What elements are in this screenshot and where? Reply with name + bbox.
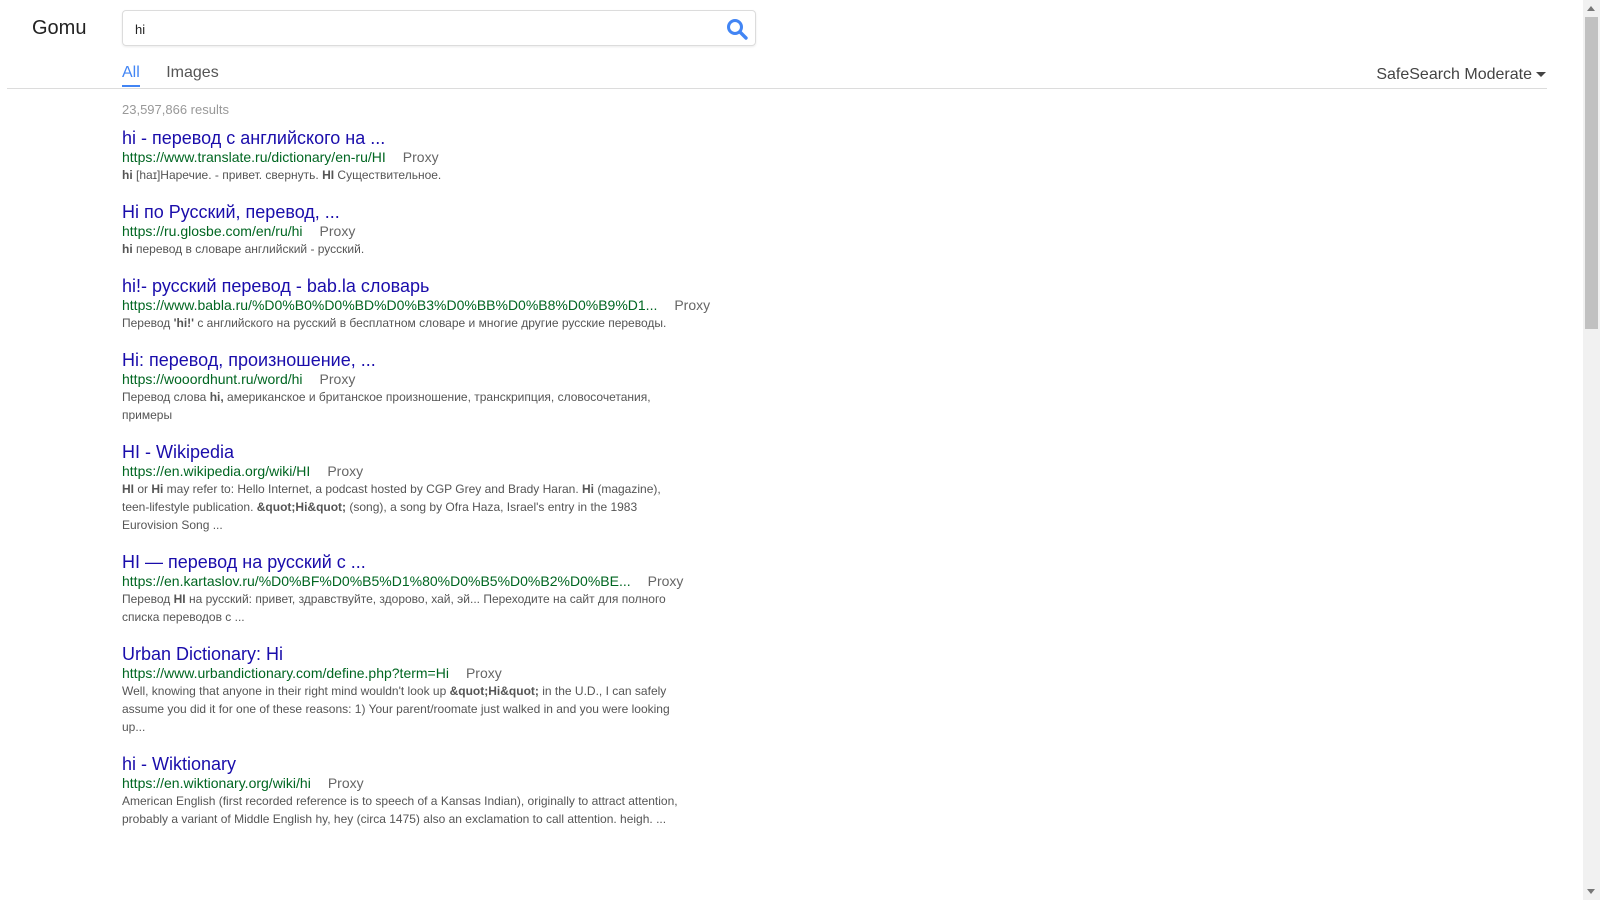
result-item: HI - Wikipedia https://en.wikipedia.org/w…: [122, 441, 682, 534]
safesearch-dropdown[interactable]: SafeSearch Moderate: [1376, 66, 1546, 84]
result-item: hi!- русский перевод - bab.la словарь htt…: [122, 275, 710, 332]
scroll-up-arrow-icon[interactable]: [1587, 6, 1595, 11]
result-url[interactable]: https://en.kartaslov.ru/%D0%BF%D0%B5%D1%…: [122, 573, 631, 589]
result-snippet: Перевод 'hi!' с английского на русский в…: [122, 316, 667, 330]
result-url[interactable]: https://www.translate.ru/dictionary/en-r…: [122, 149, 386, 165]
result-snippet: Перевод HI на русский: привет, здравству…: [122, 592, 666, 624]
scrollbar[interactable]: [1583, 0, 1600, 900]
result-snippet: hi [haɪ]Наречие. - привет. свернуть. HI …: [122, 168, 442, 182]
result-url[interactable]: https://wooordhunt.ru/word/hi: [122, 371, 303, 387]
result-url-line: https://en.kartaslov.ru/%D0%BF%D0%B5%D1%…: [122, 573, 684, 590]
proxy-link[interactable]: Proxy: [466, 665, 502, 681]
tab-images[interactable]: Images: [166, 64, 218, 85]
result-url-line: https://www.urbandictionary.com/define.p…: [122, 665, 682, 682]
result-snippet: Перевод слова hi, американское и британс…: [122, 390, 651, 422]
result-title-link[interactable]: hi - Wiktionary: [122, 753, 682, 775]
proxy-link[interactable]: Proxy: [320, 371, 356, 387]
result-item: Hi по Русский, перевод, ... https://ru.gl…: [122, 201, 682, 258]
proxy-link[interactable]: Proxy: [320, 223, 356, 239]
result-url-line: https://wooordhunt.ru/word/hi Proxy: [122, 371, 682, 388]
tab-all[interactable]: All: [122, 64, 140, 87]
result-snippet: Well, knowing that anyone in their right…: [122, 684, 670, 734]
result-title-link[interactable]: hi - перевод с английского на ...: [122, 127, 682, 149]
result-url[interactable]: https://www.urbandictionary.com/define.p…: [122, 665, 449, 681]
search-input[interactable]: [133, 11, 717, 47]
result-title-link[interactable]: Urban Dictionary: Hi: [122, 643, 682, 665]
result-url[interactable]: https://www.babla.ru/%D0%B0%D0%BD%D0%B3%…: [122, 297, 657, 313]
search-icon: [727, 19, 748, 40]
result-url-line: https://en.wiktionary.org/wiki/hi Proxy: [122, 775, 682, 792]
search-box: [122, 10, 756, 47]
results-count: 23,597,866 results: [122, 102, 229, 117]
proxy-link[interactable]: Proxy: [328, 775, 364, 791]
scrollbar-thumb[interactable]: [1585, 17, 1598, 329]
proxy-link[interactable]: Proxy: [327, 463, 363, 479]
result-snippet: hi перевод в словаре английский - русски…: [122, 242, 365, 256]
search-button[interactable]: [725, 17, 749, 41]
proxy-link[interactable]: Proxy: [674, 297, 710, 313]
result-url-line: https://www.translate.ru/dictionary/en-r…: [122, 149, 682, 166]
scroll-down-arrow-icon[interactable]: [1587, 889, 1595, 894]
result-title-link[interactable]: Hi по Русский, перевод, ...: [122, 201, 682, 223]
result-url[interactable]: https://en.wikipedia.org/wiki/HI: [122, 463, 310, 479]
result-title-link[interactable]: hi!- русский перевод - bab.la словарь: [122, 275, 682, 297]
result-item: Hi: перевод, произношение, ... https://wo…: [122, 349, 682, 424]
logo[interactable]: Gomu: [32, 17, 86, 40]
result-snippet: HI or Hi may refer to: Hello Internet, a…: [122, 482, 661, 532]
result-url[interactable]: https://en.wiktionary.org/wiki/hi: [122, 775, 311, 791]
result-title-link[interactable]: HI — перевод на русский с ...: [122, 551, 682, 573]
search-tabs: All Images: [122, 64, 241, 88]
result-item: hi - перевод с английского на ... https:/…: [122, 127, 682, 184]
header-divider: [7, 88, 1547, 89]
result-snippet: American English (first recorded referen…: [122, 794, 678, 826]
proxy-link[interactable]: Proxy: [648, 573, 684, 589]
result-item: hi - Wiktionary https://en.wiktionary.org…: [122, 753, 682, 828]
results-list: hi - перевод с английского на ... https:/…: [122, 127, 710, 845]
caret-down-icon: [1536, 72, 1546, 78]
result-url-line: https://ru.glosbe.com/en/ru/hi Proxy: [122, 223, 682, 240]
result-url[interactable]: https://ru.glosbe.com/en/ru/hi: [122, 223, 303, 239]
result-title-link[interactable]: HI - Wikipedia: [122, 441, 682, 463]
proxy-link[interactable]: Proxy: [403, 149, 439, 165]
result-item: Urban Dictionary: Hi https://www.urbandic…: [122, 643, 682, 736]
result-url-line: https://www.babla.ru/%D0%B0%D0%BD%D0%B3%…: [122, 297, 710, 314]
result-url-line: https://en.wikipedia.org/wiki/HI Proxy: [122, 463, 682, 480]
result-item: HI — перевод на русский с ... https://en.…: [122, 551, 684, 626]
result-title-link[interactable]: Hi: перевод, произношение, ...: [122, 349, 682, 371]
safesearch-label: SafeSearch Moderate: [1376, 66, 1532, 83]
